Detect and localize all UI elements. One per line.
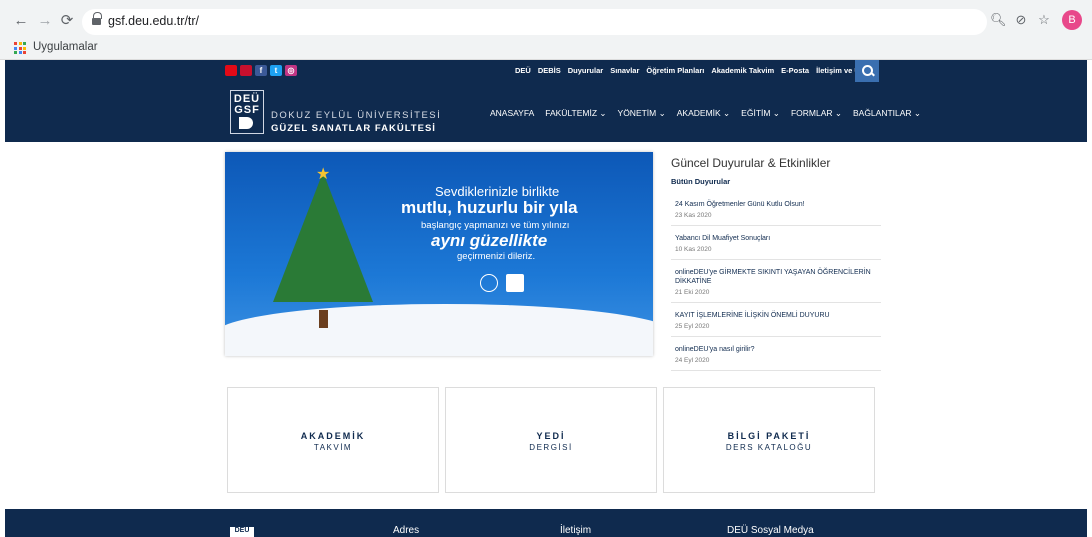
news-item-title[interactable]: onlineDEU'ya nasıl girilir? — [675, 345, 877, 354]
deu-seal-icon — [480, 274, 498, 292]
tile-line1: AKADEMİK — [300, 431, 366, 441]
nav-item[interactable]: EĞİTİM ⌄ — [741, 108, 780, 119]
reload-icon[interactable]: ⟳ — [58, 12, 76, 30]
banner-logos — [480, 274, 524, 292]
nav-item[interactable]: ANASAYFA — [490, 108, 534, 119]
avatar[interactable]: B — [1062, 10, 1082, 30]
holiday-banner[interactable]: ★ Sevdiklerinizle birlikte mutlu, huzurl… — [225, 152, 653, 356]
nav-item[interactable]: AKADEMİK ⌄ — [677, 108, 730, 119]
news-item-title[interactable]: 24 Kasım Öğretmenler Günü Kutlu Olsun! — [675, 200, 877, 209]
flag-en-icon[interactable] — [240, 65, 252, 76]
top-bar: f t ◎ DEÜ DEBİS Duyurular Sınavlar Öğretim Pla… — [5, 60, 1087, 82]
news-list: 24 Kasım Öğretmenler Günü Kutlu Olsun! 23… — [671, 192, 881, 371]
site-footer: DEU Adres İletişim DEÜ Sosyal Medya — [5, 509, 1087, 537]
site-header: DEÜ GSF DOKUZ EYLÜL ÜNİVERSİTESİ GÜZEL S… — [5, 82, 1087, 142]
zoom-icon[interactable]: 🔍︎ — [990, 12, 1007, 28]
top-link[interactable]: Sınavlar — [610, 66, 639, 75]
news-item-date: 23 Kas 2020 — [675, 212, 712, 219]
tree-trunk — [319, 310, 328, 328]
web-page: f t ◎ DEÜ DEBİS Duyurular Sınavlar Öğretim Pla… — [5, 60, 1087, 537]
news-item[interactable]: Yabancı Dil Muafiyet Sonuçları 10 Kas 202… — [671, 226, 881, 260]
university-name: DOKUZ EYLÜL ÜNİVERSİTESİ — [271, 110, 442, 121]
nav-item[interactable]: FORMLAR ⌄ — [791, 108, 842, 119]
bookmark-apps[interactable]: Uygulamalar — [33, 41, 98, 53]
eye-off-icon[interactable]: ⊘ — [1013, 12, 1029, 28]
top-link[interactable]: Duyurular — [568, 66, 603, 75]
top-link[interactable]: Akademik Takvim — [711, 66, 774, 75]
browser-toolbar: ← → ⟳ gsf.deu.edu.tr/tr/ 🔍︎ ⊘ ☆ B Uygula… — [0, 0, 1092, 60]
tile-line1: BİLGİ PAKETİ — [727, 431, 811, 441]
news-item[interactable]: 24 Kasım Öğretmenler Günü Kutlu Olsun! 23… — [671, 192, 881, 226]
star-icon: ★ — [316, 166, 331, 183]
nav-item[interactable]: FAKÜLTEMİZ ⌄ — [545, 108, 606, 119]
top-link[interactable]: E-Posta — [781, 66, 809, 75]
banner-line4: aynı güzellikte — [431, 231, 548, 250]
footer-address-heading: Adres — [393, 525, 420, 536]
star-icon[interactable]: ☆ — [1036, 12, 1052, 28]
faculty-name: GÜZEL SANATLAR FAKÜLTESİ — [271, 123, 436, 134]
banner-line1: Sevdiklerinizle birlikte — [435, 184, 560, 199]
news-item-date: 24 Eyl 2020 — [675, 357, 710, 364]
banner-line2: mutlu, huzurlu bir yıla — [401, 198, 578, 217]
banner-line3: başlangıç yapmanızı ve tüm yılınızı — [421, 220, 570, 231]
logo-swirl-icon — [239, 117, 253, 129]
top-links: DEÜ DEBİS Duyurular Sınavlar Öğretim Planlar… — [515, 66, 879, 75]
news-item[interactable]: onlineDEU'ya nasıl girilir? 24 Eyl 2020 — [671, 337, 881, 371]
forward-icon[interactable]: → — [36, 12, 54, 30]
snow-ground — [225, 304, 653, 356]
banner-line5: geçirmenizi dileriz. — [457, 251, 536, 262]
top-link[interactable]: DEBİS — [538, 66, 561, 75]
news-item-title[interactable]: Yabancı Dil Muafiyet Sonuçları — [675, 234, 877, 243]
news-item-date: 21 Eki 2020 — [675, 289, 710, 296]
news-item-title[interactable]: onlineDEU'ye GİRMEKTE SIKINTI YAŞAYAN ÖĞ… — [675, 268, 877, 286]
gsf-logo-icon — [506, 274, 524, 292]
facebook-icon[interactable]: f — [255, 65, 267, 76]
news-item-title[interactable]: KAYIT İŞLEMLERİNE İLİŞKİN ÖNEMLİ DUYURU — [675, 311, 877, 320]
news-item[interactable]: onlineDEU'ye GİRMEKTE SIKINTI YAŞAYAN ÖĞ… — [671, 260, 881, 303]
tile-line2: TAKVİM — [313, 443, 353, 452]
top-link[interactable]: Öğretim Planları — [646, 66, 704, 75]
logo-line2: GSF — [234, 104, 260, 116]
instagram-icon[interactable]: ◎ — [285, 65, 297, 76]
twitter-icon[interactable]: t — [270, 65, 282, 76]
tile-yedi-journal[interactable]: YEDİ DERGİSİ — [445, 387, 657, 493]
all-news-link[interactable]: Bütün Duyurular — [671, 177, 881, 186]
flag-tr-icon[interactable] — [225, 65, 237, 76]
address-bar[interactable]: gsf.deu.edu.tr/tr/ — [82, 9, 987, 35]
main-nav: ANASAYFA FAKÜLTEMİZ ⌄ YÖNETİM ⌄ AKADEMİK ⌄ E… — [490, 108, 921, 119]
nav-item[interactable]: BAĞLANTILAR ⌄ — [853, 108, 921, 119]
top-link[interactable]: DEÜ — [515, 66, 531, 75]
footer-logo[interactable]: DEU — [230, 527, 254, 537]
apps-icon[interactable] — [14, 42, 26, 54]
news-panel: Güncel Duyurular & Etkinlikler Bütün Duy… — [671, 156, 881, 371]
tile-academic-calendar[interactable]: AKADEMİK TAKVİM — [227, 387, 439, 493]
tile-info-package[interactable]: BİLGİ PAKETİ DERS KATALOĞU — [663, 387, 875, 493]
back-icon[interactable]: ← — [12, 12, 30, 30]
news-item-date: 25 Eyl 2020 — [675, 323, 710, 330]
bookmarks-bar: Uygulamalar — [0, 38, 1092, 58]
footer-social-heading: DEÜ Sosyal Medya — [727, 525, 814, 536]
tile-line2: DERS KATALOĞU — [725, 443, 813, 452]
lock-icon — [92, 12, 102, 27]
social-links: f t ◎ — [225, 65, 297, 77]
nav-item[interactable]: YÖNETİM ⌄ — [618, 108, 666, 119]
tile-line2: DERGİSİ — [529, 443, 573, 452]
faculty-logo[interactable]: DEÜ GSF — [230, 90, 264, 134]
search-button[interactable] — [855, 60, 879, 82]
url-text[interactable]: gsf.deu.edu.tr/tr/ — [108, 14, 199, 28]
news-title: Güncel Duyurular & Etkinlikler — [671, 156, 831, 170]
news-item[interactable]: KAYIT İŞLEMLERİNE İLİŞKİN ÖNEMLİ DUYURU 2… — [671, 303, 881, 337]
news-item-date: 10 Kas 2020 — [675, 246, 712, 253]
tile-line1: YEDİ — [536, 431, 566, 441]
footer-contact-heading: İletişim — [560, 525, 592, 536]
christmas-tree-icon — [273, 172, 373, 302]
